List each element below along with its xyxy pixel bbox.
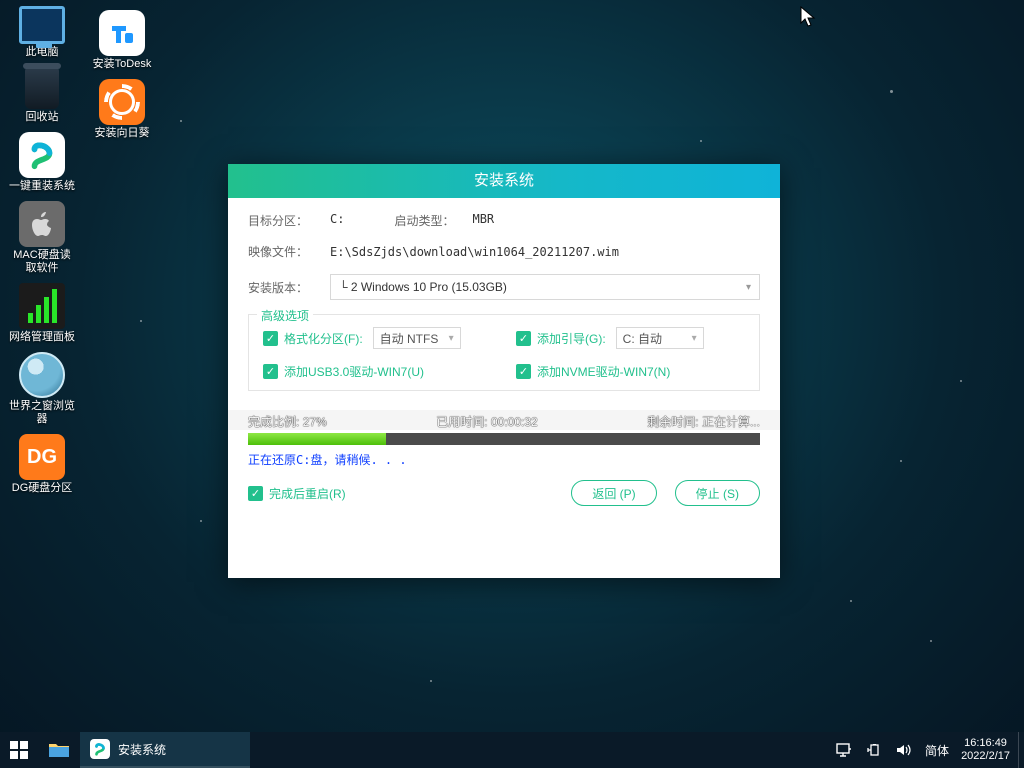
dg-icon: DG	[19, 434, 65, 480]
add-boot-value: C: 自动	[623, 330, 662, 347]
advanced-options-legend: 高级选项	[257, 307, 313, 324]
advanced-options-group: 高级选项 ✓ 格式化分区(F): 自动 NTFS ▾ ✓ 添加引导(G): C:…	[248, 314, 760, 391]
desktop-icon-this-pc[interactable]: 此电脑	[6, 6, 78, 59]
taskbar: 安装系统 简体 16:16:49 2022/2/17	[0, 732, 1024, 768]
trash-icon	[25, 67, 59, 109]
restart-after-option[interactable]: ✓ 完成后重启(R)	[248, 485, 346, 502]
start-button[interactable]	[0, 732, 38, 768]
tray-volume-icon[interactable]	[889, 732, 919, 768]
apple-icon	[19, 201, 65, 247]
target-partition-value: C:	[330, 212, 344, 229]
usb3-driver-label: 添加USB3.0驱动-WIN7(U)	[284, 363, 424, 380]
desktop-icon-reinstall[interactable]: 一键重装系统	[6, 132, 78, 193]
usb3-driver-option[interactable]: ✓ 添加USB3.0驱动-WIN7(U)	[263, 363, 492, 380]
image-file-value: E:\SdsZjds\download\win1064_20211207.wim	[330, 245, 760, 259]
desktop-icon-label: 安装ToDesk	[93, 58, 152, 71]
desktop-icon-dg-partition[interactable]: DG DG硬盘分区	[6, 434, 78, 495]
desktop-icon-label: 回收站	[26, 111, 59, 124]
desktop-icon-sunflower[interactable]: 安装向日葵	[86, 79, 158, 140]
progress-elapsed: 已用时间: 00:00:32	[436, 413, 537, 430]
install-version-value: └ 2 Windows 10 Pro (15.03GB)	[339, 280, 507, 294]
tray-network-icon[interactable]	[829, 732, 859, 768]
image-file-label: 映像文件：	[248, 243, 330, 260]
nvme-driver-option[interactable]: ✓ 添加NVME驱动-WIN7(N)	[516, 363, 745, 380]
desktop-icon-mac-disk[interactable]: MAC硬盘读 取软件	[6, 201, 78, 275]
boot-type-value: MBR	[472, 212, 494, 229]
bars-icon	[19, 283, 65, 329]
mouse-cursor	[800, 6, 816, 33]
restore-status-text: 正在还原C:盘，请稍候. . .	[248, 451, 760, 468]
reinstall-icon	[19, 132, 65, 178]
desktop-icon-label: 网络管理面板	[9, 331, 75, 344]
desktop-icon-label: 一键重装系统	[9, 180, 75, 193]
install-version-label: 安装版本：	[248, 279, 330, 296]
desktop-icon-label: 安装向日葵	[95, 127, 150, 140]
system-tray: 简体 16:16:49 2022/2/17	[829, 732, 1024, 768]
tray-ime[interactable]: 简体	[919, 742, 955, 759]
desktop-icon-label: MAC硬盘读 取软件	[13, 249, 70, 275]
installer-task-icon	[90, 739, 110, 759]
installer-window: 安装系统 目标分区： C: 启动类型： MBR 映像文件： E:\SdsZjds…	[228, 164, 780, 578]
add-boot-label: 添加引导(G):	[537, 330, 606, 347]
tray-clock[interactable]: 16:16:49 2022/2/17	[955, 737, 1018, 763]
add-boot-option[interactable]: ✓ 添加引导(G): C: 自动 ▾	[516, 327, 745, 349]
taskbar-task-installer[interactable]: 安装系统	[80, 732, 250, 768]
checkbox-checked-icon: ✓	[263, 364, 278, 379]
format-partition-label: 格式化分区(F):	[284, 330, 363, 347]
globe-icon	[19, 352, 65, 398]
tray-time: 16:16:49	[961, 737, 1010, 750]
checkbox-checked-icon: ✓	[263, 331, 278, 346]
add-boot-select[interactable]: C: 自动 ▾	[616, 327, 704, 349]
progress-section: 完成比例: 27% 已用时间: 00:00:32 剩余时间: 正在计算... 正…	[248, 413, 760, 468]
back-button[interactable]: 返回 (P)	[571, 480, 656, 506]
window-title[interactable]: 安装系统	[228, 164, 780, 198]
taskbar-task-label: 安装系统	[118, 741, 166, 758]
format-partition-option[interactable]: ✓ 格式化分区(F): 自动 NTFS ▾	[263, 327, 492, 349]
desktop-icons: 此电脑 回收站 一键重装系统 MAC硬盘读 取软件 网络管理面板 世界之窗浏览 …	[4, 4, 174, 501]
tray-date: 2022/2/17	[961, 750, 1010, 763]
desktop-icon-todesk[interactable]: 安装ToDesk	[86, 10, 158, 71]
chevron-down-icon: ▾	[746, 282, 751, 293]
nvme-driver-label: 添加NVME驱动-WIN7(N)	[537, 363, 670, 380]
desktop-icon-browser[interactable]: 世界之窗浏览 器	[6, 352, 78, 426]
checkbox-checked-icon: ✓	[248, 486, 263, 501]
install-version-select[interactable]: └ 2 Windows 10 Pro (15.03GB) ▾	[330, 274, 760, 300]
tray-battery-icon[interactable]	[859, 732, 889, 768]
boot-type-label: 启动类型：	[394, 212, 454, 229]
file-explorer-button[interactable]	[38, 732, 80, 768]
sunflower-icon	[99, 79, 145, 125]
restart-after-label: 完成后重启(R)	[269, 485, 346, 502]
desktop-icon-label: DG硬盘分区	[12, 482, 73, 495]
desktop-icon-label: 世界之窗浏览 器	[9, 400, 75, 426]
progress-percent: 完成比例: 27%	[248, 413, 327, 430]
chevron-down-icon: ▾	[692, 333, 697, 344]
progress-remaining: 剩余时间: 正在计算...	[647, 413, 760, 430]
checkbox-checked-icon: ✓	[516, 364, 531, 379]
desktop-icon-recycle-bin[interactable]: 回收站	[6, 67, 78, 124]
target-partition-label: 目标分区：	[248, 212, 330, 229]
progress-bar	[248, 433, 760, 445]
format-partition-select[interactable]: 自动 NTFS ▾	[373, 327, 461, 349]
chevron-down-icon: ▾	[449, 333, 454, 344]
stop-button[interactable]: 停止 (S)	[675, 480, 760, 506]
desktop-icon-network-panel[interactable]: 网络管理面板	[6, 283, 78, 344]
monitor-icon	[19, 6, 65, 44]
format-partition-value: 自动 NTFS	[380, 330, 439, 347]
progress-bar-fill	[248, 433, 386, 445]
todesk-icon	[99, 10, 145, 56]
show-desktop-button[interactable]	[1018, 732, 1024, 768]
checkbox-checked-icon: ✓	[516, 331, 531, 346]
